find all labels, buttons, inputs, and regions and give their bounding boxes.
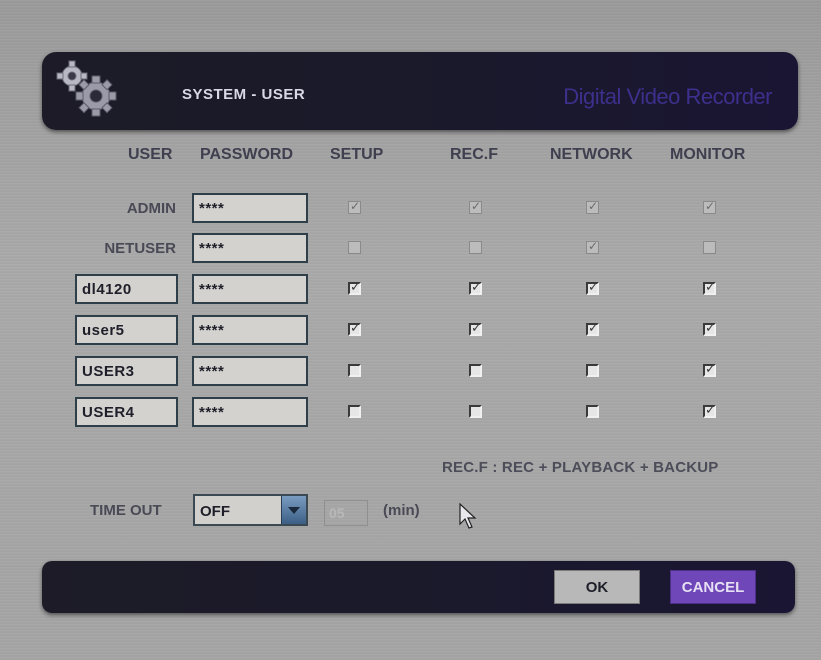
column-header-password: PASSWORD — [200, 146, 294, 163]
setup-checkbox[interactable]: ✓ — [348, 320, 361, 336]
page-title: SYSTEM - USER — [182, 86, 306, 103]
check-icon: ✓ — [705, 320, 716, 335]
check-icon: ✓ — [705, 402, 716, 417]
monitor-checkbox[interactable]: ✓ — [703, 320, 716, 336]
ok-button[interactable]: OK — [554, 570, 640, 604]
password-field[interactable]: **** — [192, 315, 308, 345]
timeout-select-value: OFF — [200, 503, 230, 520]
password-field[interactable]: **** — [192, 356, 308, 386]
user-name-label: ADMIN — [126, 200, 176, 217]
check-icon: ✓ — [588, 239, 599, 253]
recf-checkbox: ✓ — [469, 199, 482, 214]
recf-checkbox[interactable] — [469, 405, 482, 418]
setup-checkbox[interactable] — [348, 364, 361, 377]
check-icon: ✓ — [588, 279, 599, 294]
password-field[interactable]: **** — [192, 397, 308, 427]
title-bar: SYSTEM - USER Digital Video Recorder — [42, 52, 798, 130]
monitor-checkbox[interactable]: ✓ — [703, 279, 716, 295]
setup-checkbox — [348, 241, 361, 254]
setup-checkbox[interactable]: ✓ — [348, 279, 361, 295]
network-checkbox[interactable]: ✓ — [586, 320, 599, 336]
gears-icon — [56, 60, 117, 117]
check-icon: ✓ — [588, 199, 599, 213]
network-checkbox[interactable] — [586, 405, 599, 418]
check-icon: ✓ — [588, 320, 599, 335]
network-checkbox: ✓ — [586, 199, 599, 214]
network-checkbox[interactable]: ✓ — [586, 279, 599, 295]
setup-checkbox[interactable] — [348, 405, 361, 418]
user-name-label: NETUSER — [104, 240, 176, 257]
recf-checkbox[interactable]: ✓ — [469, 279, 482, 295]
cancel-button[interactable]: CANCEL — [670, 570, 756, 604]
monitor-checkbox: ✓ — [703, 199, 716, 214]
user-name-field[interactable]: USER4 — [75, 397, 178, 427]
password-field[interactable]: **** — [192, 233, 308, 263]
monitor-checkbox[interactable]: ✓ — [703, 402, 716, 418]
column-header-user: USER — [128, 146, 173, 163]
check-icon: ✓ — [350, 320, 361, 335]
monitor-checkbox — [703, 241, 716, 254]
recf-checkbox[interactable] — [469, 364, 482, 377]
timeout-unit-label: (min) — [383, 502, 420, 519]
password-field[interactable]: **** — [192, 193, 308, 223]
brand-label: Digital Video Recorder — [563, 84, 772, 109]
check-icon: ✓ — [705, 199, 716, 213]
timeout-label: TIME OUT — [90, 502, 162, 519]
user-name-field[interactable]: user5 — [75, 315, 178, 345]
column-header-network: NETWORK — [550, 146, 633, 163]
setup-checkbox: ✓ — [348, 199, 361, 214]
check-icon: ✓ — [705, 279, 716, 294]
check-icon: ✓ — [350, 199, 361, 213]
user-name-field[interactable]: USER3 — [75, 356, 178, 386]
recf-checkbox — [469, 241, 482, 254]
password-field[interactable]: **** — [192, 274, 308, 304]
check-icon: ✓ — [471, 279, 482, 294]
user-name-field[interactable]: dl4120 — [75, 274, 178, 304]
timeout-select[interactable]: OFF — [193, 494, 308, 526]
network-checkbox: ✓ — [586, 239, 599, 254]
check-icon: ✓ — [471, 320, 482, 335]
dvr-screen: SYSTEM - USER Digital Video Recorder USE… — [0, 0, 821, 660]
column-header-recf: REC.F — [450, 146, 498, 163]
timeout-minutes-field[interactable]: 05 — [324, 500, 368, 526]
check-icon: ✓ — [471, 199, 482, 213]
recf-note: REC.F : REC + PLAYBACK + BACKUP — [442, 459, 719, 476]
dropdown-arrow-icon[interactable] — [281, 496, 306, 524]
monitor-checkbox[interactable]: ✓ — [703, 361, 716, 377]
check-icon: ✓ — [705, 361, 716, 376]
network-checkbox[interactable] — [586, 364, 599, 377]
check-icon: ✓ — [350, 279, 361, 294]
column-header-setup: SETUP — [330, 146, 384, 163]
mouse-cursor-icon — [459, 502, 477, 529]
column-header-monitor: MONITOR — [670, 146, 746, 163]
recf-checkbox[interactable]: ✓ — [469, 320, 482, 336]
